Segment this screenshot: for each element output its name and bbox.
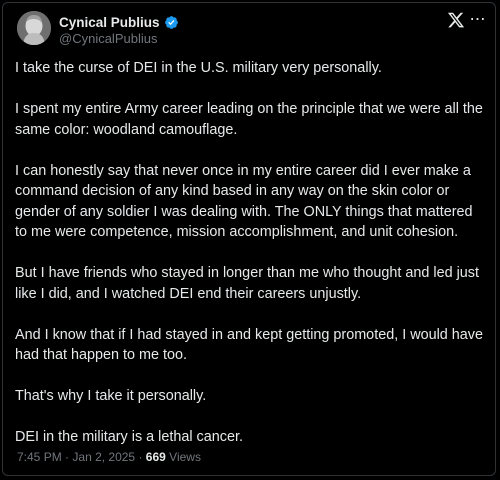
post-time[interactable]: 7:45 PM (17, 450, 62, 464)
more-options-icon[interactable]: ⋯ (467, 9, 489, 31)
post-paragraph: That's why I take it personally. (15, 388, 207, 404)
post-paragraph: I spent my entire Army career leading on… (15, 101, 483, 138)
views-count: 669 (145, 450, 166, 464)
post-meta: 7:45 PM · Jan 2, 2025 · 669 Views (17, 450, 201, 464)
views-label: Views (169, 450, 201, 464)
meta-separator: · (138, 450, 143, 464)
post-date[interactable]: Jan 2, 2025 (72, 450, 135, 464)
meta-separator: · (65, 450, 70, 464)
verified-badge-icon (164, 15, 178, 29)
author-name[interactable]: Cynical Publius (59, 15, 160, 30)
post-card: Cynical Publius @CynicalPublius ⋯ I take… (2, 2, 496, 476)
x-logo-icon[interactable] (447, 11, 465, 29)
post-paragraph: DEI in the military is a lethal cancer. (15, 429, 243, 445)
author-name-row: Cynical Publius (59, 13, 179, 31)
author-handle[interactable]: @CynicalPublius (59, 31, 157, 46)
post-paragraph: I take the curse of DEI in the U.S. mili… (15, 60, 382, 76)
post-paragraph: And I know that if I had stayed in and k… (15, 326, 483, 364)
avatar[interactable] (17, 11, 51, 45)
post-paragraph: I can honestly say that never once in my… (15, 162, 473, 241)
portrait-avatar-icon (17, 11, 51, 45)
post-text: I take the curse of DEI in the U.S. mili… (15, 58, 485, 468)
post-paragraph: But I have friends who stayed in longer … (15, 265, 479, 302)
